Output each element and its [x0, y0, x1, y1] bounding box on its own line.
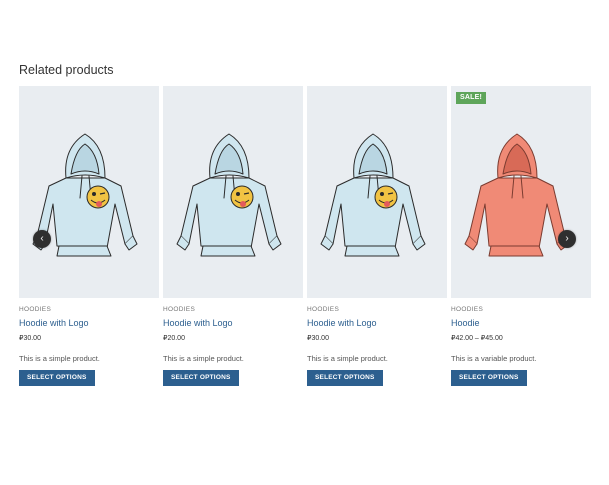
hoodie-image: [32, 133, 138, 257]
chevron-left-icon: ‹: [40, 233, 44, 244]
product-price: ₽20.00: [163, 335, 185, 342]
chevron-right-icon: ›: [565, 233, 569, 244]
sale-badge: SALE!: [456, 92, 486, 104]
product-category[interactable]: HOODIES: [451, 306, 483, 313]
hoodie-image: [464, 133, 570, 257]
carousel-next-button[interactable]: ›: [558, 230, 576, 248]
product-title[interactable]: Hoodie with Logo: [19, 318, 89, 328]
product-card: HOODIES Hoodie with Logo ₽30.00 This is …: [307, 86, 447, 386]
product-card: HOODIES Hoodie with Logo ₽20.00 This is …: [163, 86, 303, 386]
product-title[interactable]: Hoodie with Logo: [163, 318, 233, 328]
product-price: ₽30.00: [19, 335, 41, 342]
product-card: ‹ HOODIES Hoodie with Logo ₽30.00 This i…: [19, 86, 159, 386]
hoodie-image: [176, 133, 282, 257]
product-description: This is a variable product.: [451, 354, 537, 363]
product-category[interactable]: HOODIES: [163, 306, 195, 313]
product-card: SALE! › HOODIES Hoodie ₽42.00 – ₽45.00 T…: [451, 86, 591, 386]
product-price: ₽42.00 – ₽45.00: [451, 335, 503, 342]
product-image[interactable]: [163, 86, 303, 298]
product-description: This is a simple product.: [163, 354, 244, 363]
related-products-carousel: ‹ HOODIES Hoodie with Logo ₽30.00 This i…: [19, 86, 591, 406]
select-options-button[interactable]: SELECT OPTIONS: [307, 370, 383, 386]
product-description: This is a simple product.: [19, 354, 100, 363]
product-image[interactable]: [307, 86, 447, 298]
product-category[interactable]: HOODIES: [19, 306, 51, 313]
select-options-button[interactable]: SELECT OPTIONS: [19, 370, 95, 386]
select-options-button[interactable]: SELECT OPTIONS: [451, 370, 527, 386]
hoodie-image: [320, 133, 426, 257]
product-description: This is a simple product.: [307, 354, 388, 363]
product-image[interactable]: ‹: [19, 86, 159, 298]
product-title[interactable]: Hoodie: [451, 318, 480, 328]
select-options-button[interactable]: SELECT OPTIONS: [163, 370, 239, 386]
product-title[interactable]: Hoodie with Logo: [307, 318, 377, 328]
section-title: Related products: [19, 63, 114, 77]
product-price: ₽30.00: [307, 335, 329, 342]
product-category[interactable]: HOODIES: [307, 306, 339, 313]
product-image[interactable]: SALE! ›: [451, 86, 591, 298]
carousel-prev-button[interactable]: ‹: [33, 230, 51, 248]
